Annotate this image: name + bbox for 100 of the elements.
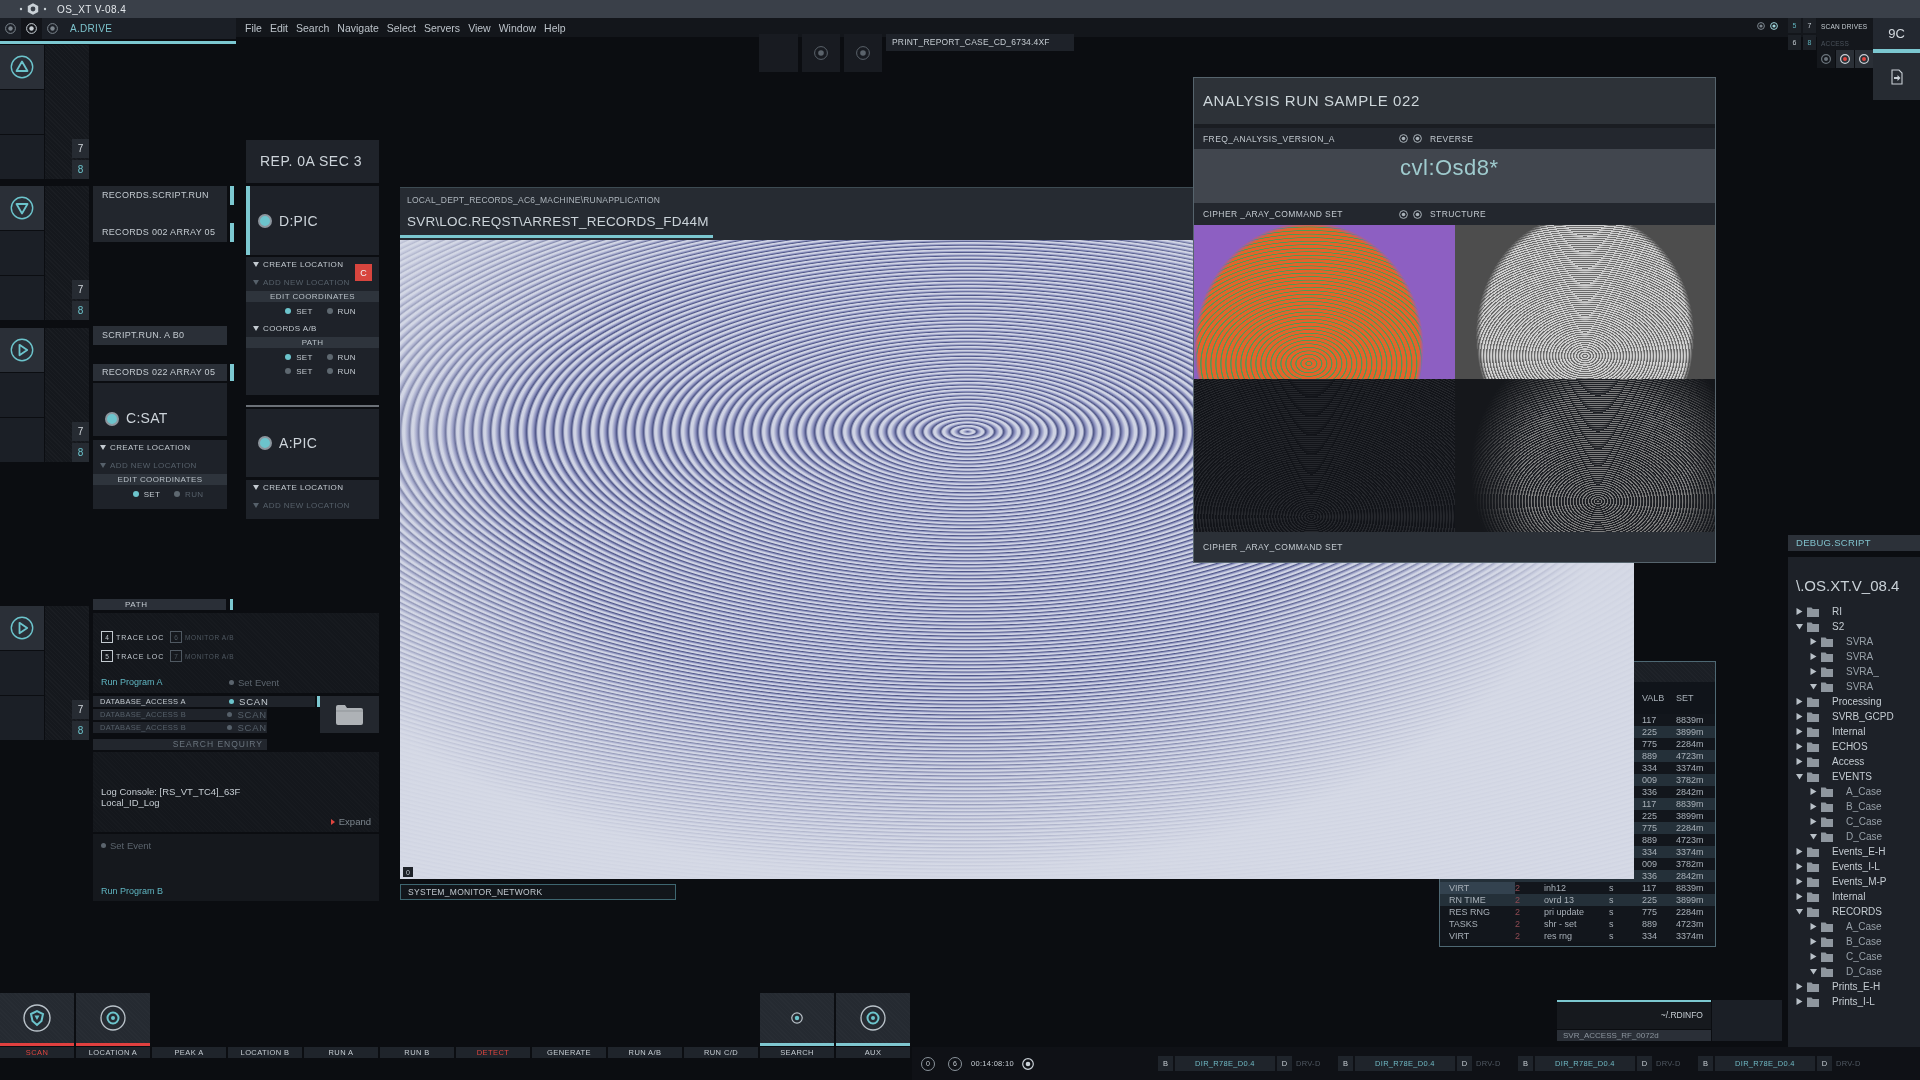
icon-button[interactable] — [1855, 50, 1873, 68]
tree-item[interactable]: A_Case — [1796, 784, 1882, 799]
folder-icon — [1807, 606, 1819, 617]
shield-icon — [23, 1004, 51, 1032]
menu-item[interactable]: Search — [296, 21, 330, 34]
run-program-link[interactable]: Run Program B — [101, 886, 229, 896]
folder-icon — [1821, 816, 1833, 827]
folder-icon — [1807, 621, 1819, 632]
menu-item[interactable]: Navigate — [337, 21, 379, 34]
tree-item[interactable]: B_Case — [1796, 799, 1882, 814]
tree-item[interactable]: Events_M-P — [1796, 874, 1887, 889]
table-cell-text: s — [1609, 906, 1615, 918]
access-label: SVR_ACCESS_RF_0072d — [1557, 1030, 1711, 1041]
status-dot-icon — [258, 436, 272, 450]
dock-button[interactable] — [76, 993, 150, 1043]
tree-item[interactable]: D_Case — [1796, 964, 1883, 979]
radio-option[interactable]: SET — [285, 352, 313, 362]
table-cell-text: inh12 — [1544, 882, 1568, 894]
icon-button[interactable] — [1817, 50, 1835, 68]
run-program-link[interactable]: Run Program A — [101, 677, 229, 687]
tree-item[interactable]: Internal — [1796, 889, 1866, 904]
tree-item[interactable]: SVRA_ — [1796, 664, 1879, 679]
tree-item[interactable]: S2 — [1796, 619, 1845, 634]
table-cell-text: 3374m — [1676, 930, 1705, 942]
tree-item[interactable]: A_Case — [1796, 919, 1882, 934]
tree-item[interactable]: SVRA — [1796, 634, 1874, 649]
radio-option[interactable]: SET — [285, 306, 313, 316]
report-tab[interactable]: PRINT_REPORT_CASE_CD_6734.4XF — [886, 34, 1074, 51]
path-item[interactable]: PATH — [93, 599, 233, 610]
exit-button[interactable] — [1873, 53, 1920, 100]
menu-item[interactable]: Select — [386, 21, 416, 34]
table-cell: VIRT — [1440, 882, 1515, 894]
tree-item[interactable]: RECORDS — [1796, 904, 1882, 919]
menu-item[interactable]: Servers — [423, 21, 461, 34]
folder-button[interactable] — [320, 696, 379, 733]
circle-dot-icon[interactable] — [1399, 134, 1408, 143]
menu-item[interactable]: Help — [544, 21, 566, 34]
tree-item[interactable]: Access — [1796, 754, 1865, 769]
icon-button[interactable] — [21, 18, 42, 39]
tree-item[interactable]: SVRA — [1796, 679, 1874, 694]
panel-header: DEBUG.SCRIPT — [1788, 535, 1920, 551]
circle-dot-icon — [47, 23, 58, 34]
radio-option[interactable]: RUN — [326, 306, 356, 316]
circle-dot-icon[interactable] — [1021, 1057, 1034, 1070]
table-cell-text: 3899m — [1676, 810, 1705, 822]
folder-icon — [1807, 741, 1819, 752]
log-line: Local_ID_Log — [101, 797, 160, 808]
column-header: SET — [1676, 693, 1695, 703]
drive-tab[interactable]: A.DRIVE — [63, 18, 113, 39]
table-cell-text: 2 — [1515, 918, 1521, 930]
dock-button[interactable] — [836, 993, 910, 1043]
table-cell-text: 336 — [1642, 870, 1659, 882]
expander-item[interactable]: CREATE LOCATION — [246, 257, 346, 272]
circle-dot-icon[interactable] — [1757, 22, 1765, 30]
circle-dot-icon[interactable] — [1413, 134, 1422, 143]
menu-item[interactable]: File — [245, 21, 262, 34]
rail-button[interactable] — [0, 45, 44, 89]
tree-item[interactable]: Processing — [1796, 694, 1882, 709]
target-icon — [860, 1005, 886, 1031]
table-cell-text: s — [1609, 894, 1615, 906]
tree-item[interactable]: Events_E-H — [1796, 844, 1886, 859]
tree-item[interactable]: SVRA — [1796, 649, 1874, 664]
rail-button[interactable] — [0, 186, 44, 230]
expander-item[interactable]: CREATE LOCATION — [246, 480, 346, 495]
tree-item[interactable]: Internal — [1796, 724, 1866, 739]
expand-link[interactable]: Expand — [330, 816, 371, 827]
row-label: FREQ_ANALYSIS_VERSION_A — [1203, 133, 1336, 144]
radio-option[interactable]: RUN — [326, 366, 356, 376]
row-label: CIPHER _ARAY_COMMAND SET — [1203, 209, 1344, 219]
tree-item[interactable]: B_Case — [1796, 934, 1882, 949]
expander-item[interactable]: CREATE LOCATION — [93, 440, 193, 455]
icon-button[interactable] — [1836, 50, 1854, 68]
tree-item[interactable]: C_Case — [1796, 949, 1883, 964]
rail-number: 7 — [72, 280, 89, 299]
circle-dot-icon — [791, 1012, 803, 1024]
menu-item[interactable]: View — [468, 21, 491, 34]
tree-item[interactable]: EVENTS — [1796, 769, 1872, 784]
circle-dot-icon[interactable] — [1413, 209, 1422, 219]
script-item[interactable]: RECORDS 022 ARRAY 05 — [93, 364, 234, 381]
circle-dot-icon[interactable] — [1770, 22, 1778, 30]
tree-item[interactable]: RI — [1796, 604, 1842, 619]
scan-option[interactable]: SCAN — [229, 696, 269, 707]
tree-item[interactable]: SVRB_GCPD — [1796, 709, 1894, 724]
menu-item[interactable]: Window — [498, 21, 537, 34]
tree-item[interactable]: Events_I-L — [1796, 859, 1880, 874]
tree-item[interactable]: Prints_I-L — [1796, 994, 1875, 1009]
radio-option[interactable]: SET — [132, 489, 161, 499]
radio-option[interactable]: RUN — [326, 352, 356, 362]
menu-item[interactable]: Edit — [269, 21, 288, 34]
circle-dot-icon[interactable] — [1399, 209, 1408, 219]
tree-item[interactable]: C_Case — [1796, 814, 1883, 829]
rail-button[interactable] — [0, 328, 44, 372]
expander-item[interactable]: COORDS A/B — [246, 321, 319, 336]
dock-button[interactable] — [0, 993, 74, 1043]
tree-item[interactable]: Prints_E-H — [1796, 979, 1881, 994]
table-cell-text: 889 — [1642, 750, 1659, 762]
tree-item[interactable]: D_Case — [1796, 829, 1883, 844]
rail-button[interactable] — [0, 606, 44, 650]
tree-item[interactable]: ECHOS — [1796, 739, 1868, 754]
radio-option[interactable]: SET — [285, 366, 313, 376]
